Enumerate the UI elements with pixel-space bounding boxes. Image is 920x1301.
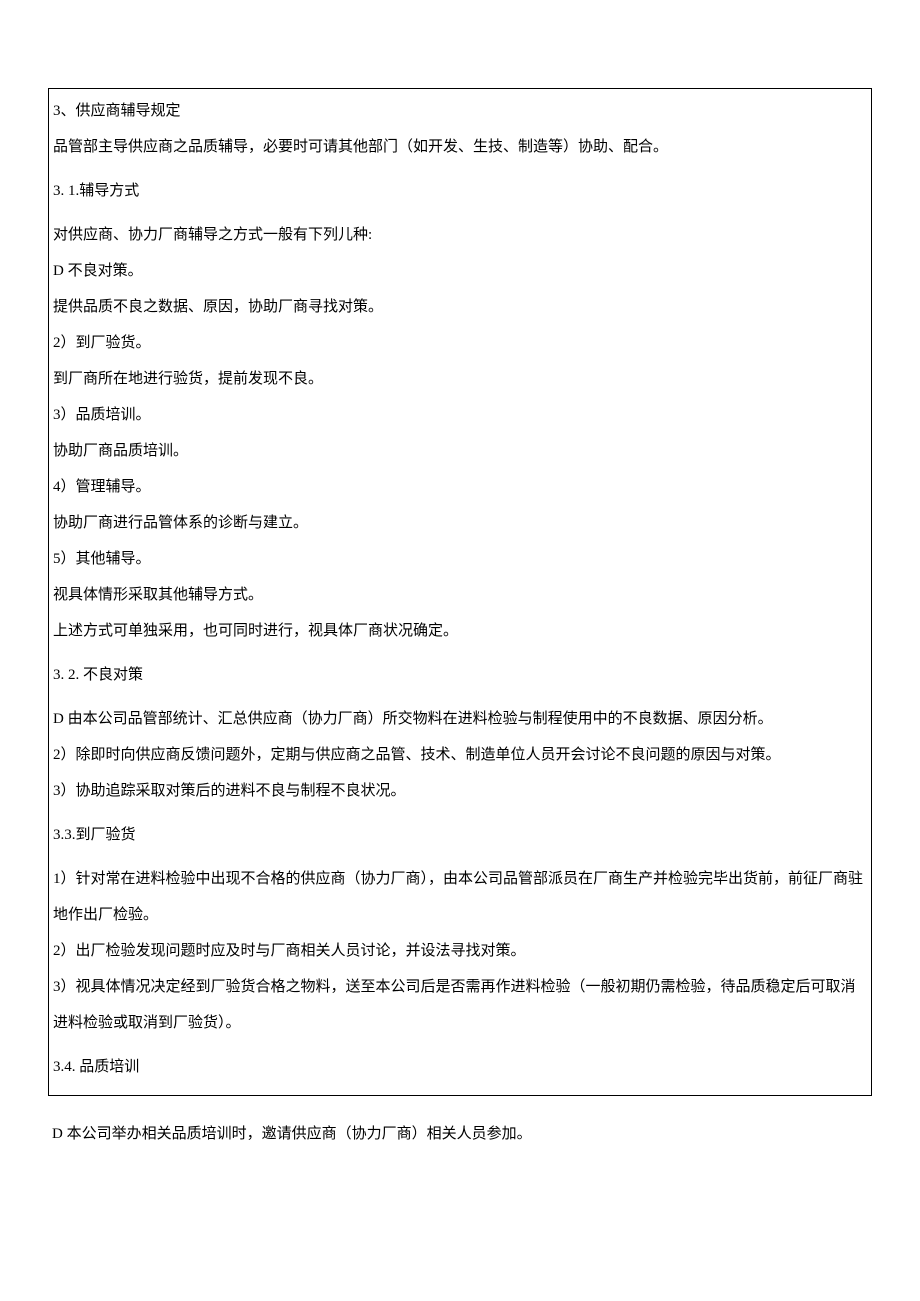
section-3-1-heading: 3. 1.辅导方式 bbox=[53, 173, 867, 209]
item-5-body: 视具体情形采取其他辅导方式。 bbox=[53, 577, 867, 613]
section-3-1-summary: 上述方式可单独采用，也可同时进行，视具体厂商状况确定。 bbox=[53, 613, 867, 649]
spacer bbox=[53, 853, 867, 861]
section-3-3-item-3: 3）视具体情况决定经到厂验货合格之物料，送至本公司后是否需再作进料检验（一般初期… bbox=[53, 969, 867, 1041]
section-3-4-heading: 3.4. 品质培训 bbox=[53, 1049, 867, 1085]
item-d-body: 提供品质不良之数据、原因，协助厂商寻找对策。 bbox=[53, 289, 867, 325]
item-2-body: 到厂商所在地进行验货，提前发现不良。 bbox=[53, 361, 867, 397]
item-2-heading: 2）到厂验货。 bbox=[53, 325, 867, 361]
document-border: 3、供应商辅导规定 品管部主导供应商之品质辅导，必要时可请其他部门（如开发、生技… bbox=[48, 88, 872, 1096]
spacer bbox=[53, 693, 867, 701]
item-5-heading: 5）其他辅导。 bbox=[53, 541, 867, 577]
item-3-body: 协助厂商品质培训。 bbox=[53, 433, 867, 469]
section-3-1-intro: 对供应商、协力厂商辅导之方式一般有下列儿种: bbox=[53, 217, 867, 253]
section-3-heading: 3、供应商辅导规定 bbox=[53, 93, 867, 129]
item-4-body: 协助厂商进行品管体系的诊断与建立。 bbox=[53, 505, 867, 541]
item-3-heading: 3）品质培训。 bbox=[53, 397, 867, 433]
spacer bbox=[53, 209, 867, 217]
section-3-2-item-d: D 由本公司品管部统计、汇总供应商（协力厂商）所交物料在进料检验与制程使用中的不… bbox=[53, 701, 867, 737]
item-d-heading: D 不良对策。 bbox=[53, 253, 867, 289]
section-3-4-item-d: D 本公司举办相关品质培训时，邀请供应商（协力厂商）相关人员参加。 bbox=[48, 1116, 872, 1152]
item-4-heading: 4）管理辅导。 bbox=[53, 469, 867, 505]
section-3-2-item-2: 2）除即时向供应商反馈问题外，定期与供应商之品管、技术、制造单位人员开会讨论不良… bbox=[53, 737, 867, 773]
section-3-3-item-1: 1）针对常在进料检验中出现不合格的供应商（协力厂商），由本公司品管部派员在厂商生… bbox=[53, 861, 867, 933]
section-3-3-item-2: 2）出厂检验发现问题时应及时与厂商相关人员讨论，并设法寻找对策。 bbox=[53, 933, 867, 969]
section-3-2-heading: 3. 2. 不良对策 bbox=[53, 657, 867, 693]
section-3-intro: 品管部主导供应商之品质辅导，必要时可请其他部门（如开发、生技、制造等）协助、配合… bbox=[53, 129, 867, 165]
section-3-3-heading: 3.3.到厂验货 bbox=[53, 817, 867, 853]
section-3-2-item-3: 3）协助追踪采取对策后的进料不良与制程不良状况。 bbox=[53, 773, 867, 809]
